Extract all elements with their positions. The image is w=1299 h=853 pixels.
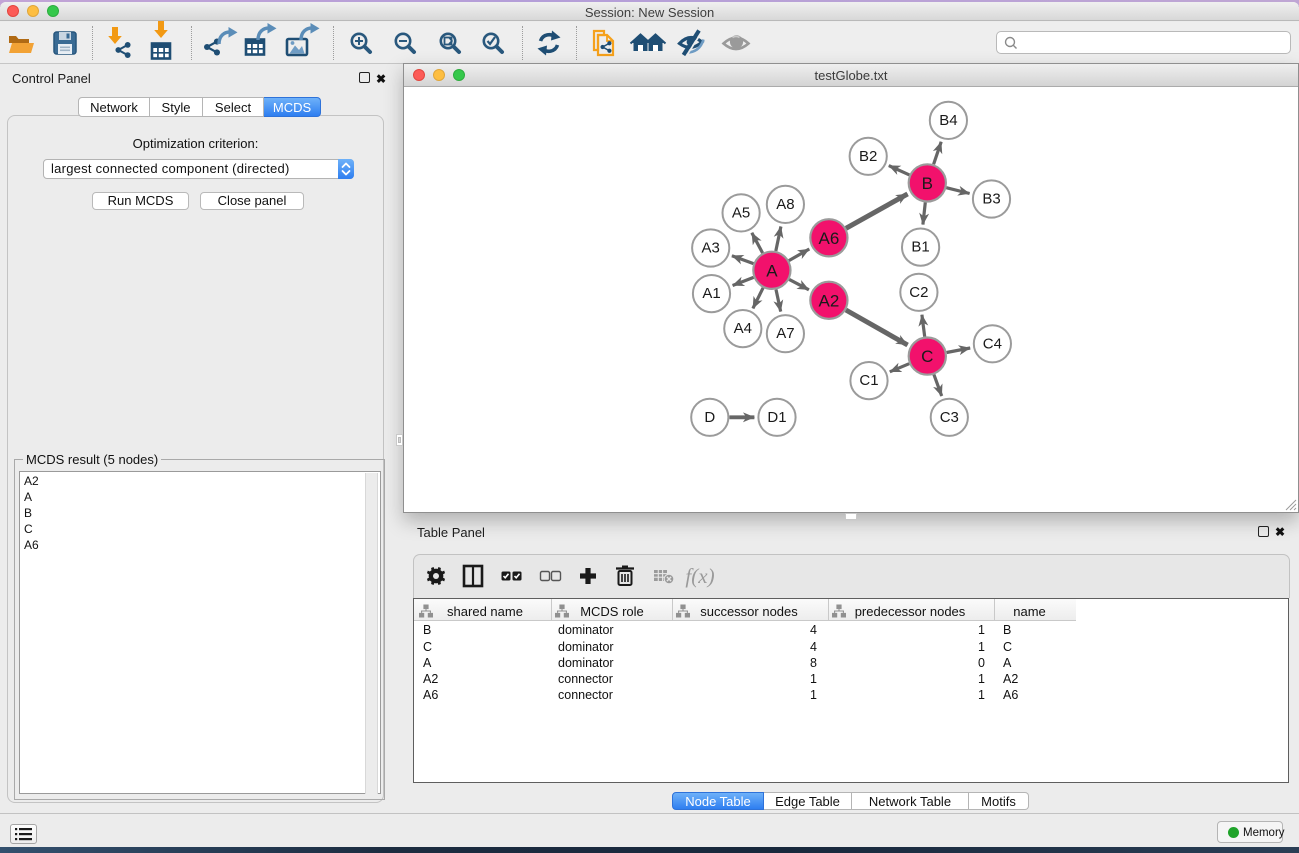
svg-text:C4: C4 — [983, 335, 1002, 352]
svg-text:f(x): f(x) — [685, 564, 714, 588]
svg-text:B4: B4 — [939, 112, 957, 129]
svg-text:A3: A3 — [702, 240, 720, 257]
svg-text:A4: A4 — [734, 320, 752, 337]
svg-text:B2: B2 — [859, 148, 877, 165]
svg-text:C: C — [921, 347, 933, 366]
svg-text:D: D — [704, 409, 715, 426]
svg-text:A5: A5 — [732, 204, 750, 221]
svg-text:C1: C1 — [859, 372, 878, 389]
svg-text:B3: B3 — [982, 191, 1000, 208]
svg-text:A2: A2 — [819, 291, 840, 310]
svg-text:C3: C3 — [940, 409, 959, 426]
svg-text:D1: D1 — [767, 409, 786, 426]
svg-text:A8: A8 — [776, 196, 794, 213]
svg-text:A7: A7 — [776, 325, 794, 342]
svg-text:B1: B1 — [911, 239, 929, 256]
svg-text:A6: A6 — [819, 229, 840, 248]
svg-text:C2: C2 — [909, 284, 928, 301]
svg-text:B: B — [922, 174, 933, 193]
svg-text:A: A — [766, 261, 778, 280]
svg-text:A1: A1 — [702, 285, 720, 302]
